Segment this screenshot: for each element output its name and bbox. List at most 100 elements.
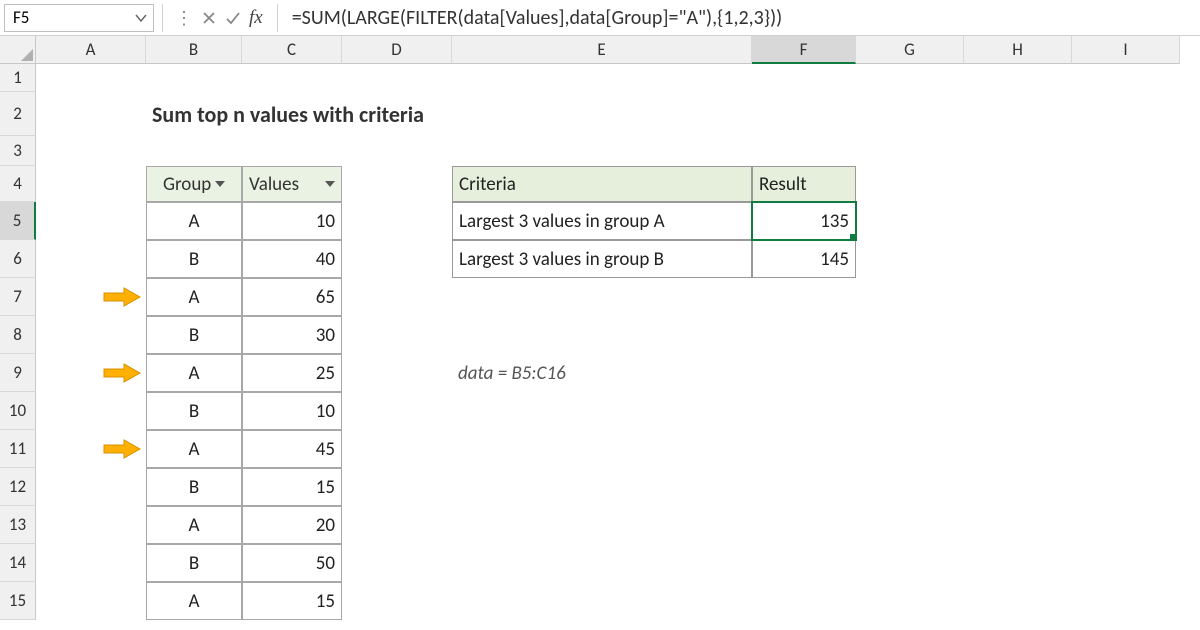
row-header-12[interactable]: 12 xyxy=(0,468,36,506)
column-header-H[interactable]: H xyxy=(964,36,1072,64)
empty-cell[interactable] xyxy=(752,64,856,92)
empty-cell[interactable] xyxy=(964,544,1072,582)
column-header-I[interactable]: I xyxy=(1072,36,1180,64)
empty-cell[interactable] xyxy=(452,64,752,92)
criteria-cell[interactable]: Largest 3 values in group A xyxy=(452,202,752,240)
empty-cell[interactable] xyxy=(36,64,146,92)
data-cell-values[interactable]: 50 xyxy=(242,544,342,582)
row-header-5[interactable]: 5 xyxy=(0,202,36,240)
empty-cell[interactable] xyxy=(752,430,856,468)
data-cell-group[interactable]: B xyxy=(146,468,242,506)
empty-cell[interactable] xyxy=(964,316,1072,354)
empty-cell[interactable] xyxy=(1072,430,1180,468)
empty-cell[interactable] xyxy=(1072,392,1180,430)
empty-cell[interactable] xyxy=(242,92,342,136)
empty-cell[interactable] xyxy=(752,92,856,136)
empty-cell[interactable] xyxy=(452,468,752,506)
empty-cell[interactable] xyxy=(342,240,452,278)
row-header-1[interactable]: 1 xyxy=(0,64,36,92)
column-header-E[interactable]: E xyxy=(452,36,752,64)
empty-cell[interactable] xyxy=(856,392,964,430)
empty-cell[interactable] xyxy=(452,136,752,166)
empty-cell[interactable] xyxy=(36,166,146,202)
filter-dropdown-icon[interactable] xyxy=(325,181,335,187)
data-cell-group[interactable]: B xyxy=(146,316,242,354)
empty-cell[interactable] xyxy=(752,468,856,506)
empty-cell[interactable] xyxy=(342,278,452,316)
empty-cell[interactable] xyxy=(452,430,752,468)
empty-cell[interactable] xyxy=(146,64,242,92)
row-header-3[interactable]: 3 xyxy=(0,136,36,166)
empty-cell[interactable] xyxy=(342,582,452,620)
empty-cell[interactable] xyxy=(1072,92,1180,136)
empty-cell[interactable] xyxy=(752,136,856,166)
empty-cell[interactable] xyxy=(342,354,452,392)
column-header-B[interactable]: B xyxy=(146,36,242,64)
empty-cell[interactable] xyxy=(856,316,964,354)
empty-cell[interactable] xyxy=(752,316,856,354)
empty-cell[interactable] xyxy=(36,544,146,582)
empty-cell[interactable] xyxy=(242,64,342,92)
empty-cell[interactable] xyxy=(452,544,752,582)
table-header-group[interactable]: Group xyxy=(146,166,242,202)
row-header-9[interactable]: 9 xyxy=(0,354,36,392)
empty-cell[interactable] xyxy=(964,278,1072,316)
criteria-cell[interactable]: Largest 3 values in group B xyxy=(452,240,752,278)
column-header-C[interactable]: C xyxy=(242,36,342,64)
empty-cell[interactable] xyxy=(1072,240,1180,278)
empty-cell[interactable] xyxy=(342,430,452,468)
row-header-10[interactable]: 10 xyxy=(0,392,36,430)
empty-cell[interactable] xyxy=(342,506,452,544)
row-header-13[interactable]: 13 xyxy=(0,506,36,544)
empty-cell[interactable] xyxy=(36,582,146,620)
empty-cell[interactable] xyxy=(964,506,1072,544)
empty-cell[interactable] xyxy=(856,468,964,506)
empty-cell[interactable] xyxy=(964,64,1072,92)
data-cell-values[interactable]: 15 xyxy=(242,468,342,506)
row-header-2[interactable]: 2 xyxy=(0,92,36,136)
empty-cell[interactable] xyxy=(342,544,452,582)
empty-cell[interactable] xyxy=(856,354,964,392)
empty-cell[interactable] xyxy=(1072,354,1180,392)
empty-cell[interactable] xyxy=(1072,544,1180,582)
empty-cell[interactable] xyxy=(1072,316,1180,354)
empty-cell[interactable] xyxy=(452,392,752,430)
table-header-values[interactable]: Values xyxy=(242,166,342,202)
empty-cell[interactable] xyxy=(856,202,964,240)
data-cell-values[interactable]: 65 xyxy=(242,278,342,316)
empty-cell[interactable] xyxy=(146,136,242,166)
empty-cell[interactable] xyxy=(856,166,964,202)
empty-cell[interactable] xyxy=(452,316,752,354)
empty-cell[interactable] xyxy=(342,166,452,202)
column-header-G[interactable]: G xyxy=(856,36,964,64)
empty-cell[interactable] xyxy=(856,544,964,582)
empty-cell[interactable] xyxy=(342,92,452,136)
empty-cell[interactable] xyxy=(36,392,146,430)
row-header-6[interactable]: 6 xyxy=(0,240,36,278)
empty-cell[interactable] xyxy=(752,582,856,620)
data-cell-group[interactable]: A xyxy=(146,202,242,240)
data-cell-group[interactable]: A xyxy=(146,278,242,316)
empty-cell[interactable] xyxy=(342,316,452,354)
empty-cell[interactable] xyxy=(964,354,1072,392)
fx-icon[interactable]: fx xyxy=(249,7,263,29)
empty-cell[interactable] xyxy=(342,202,452,240)
empty-cell[interactable] xyxy=(452,278,752,316)
empty-cell[interactable] xyxy=(752,544,856,582)
row-header-8[interactable]: 8 xyxy=(0,316,36,354)
column-header-D[interactable]: D xyxy=(342,36,452,64)
empty-cell[interactable] xyxy=(36,316,146,354)
empty-cell[interactable] xyxy=(342,64,452,92)
empty-cell[interactable] xyxy=(452,92,752,136)
empty-cell[interactable] xyxy=(964,468,1072,506)
result-cell[interactable]: 135 xyxy=(752,202,856,240)
empty-cell[interactable] xyxy=(1072,468,1180,506)
select-all-corner[interactable] xyxy=(0,36,36,64)
empty-cell[interactable] xyxy=(856,92,964,136)
data-cell-group[interactable]: A xyxy=(146,582,242,620)
data-cell-group[interactable]: B xyxy=(146,392,242,430)
empty-cell[interactable] xyxy=(1072,506,1180,544)
empty-cell[interactable] xyxy=(36,92,146,136)
data-cell-values[interactable]: 10 xyxy=(242,202,342,240)
chevron-down-icon[interactable] xyxy=(135,7,147,28)
